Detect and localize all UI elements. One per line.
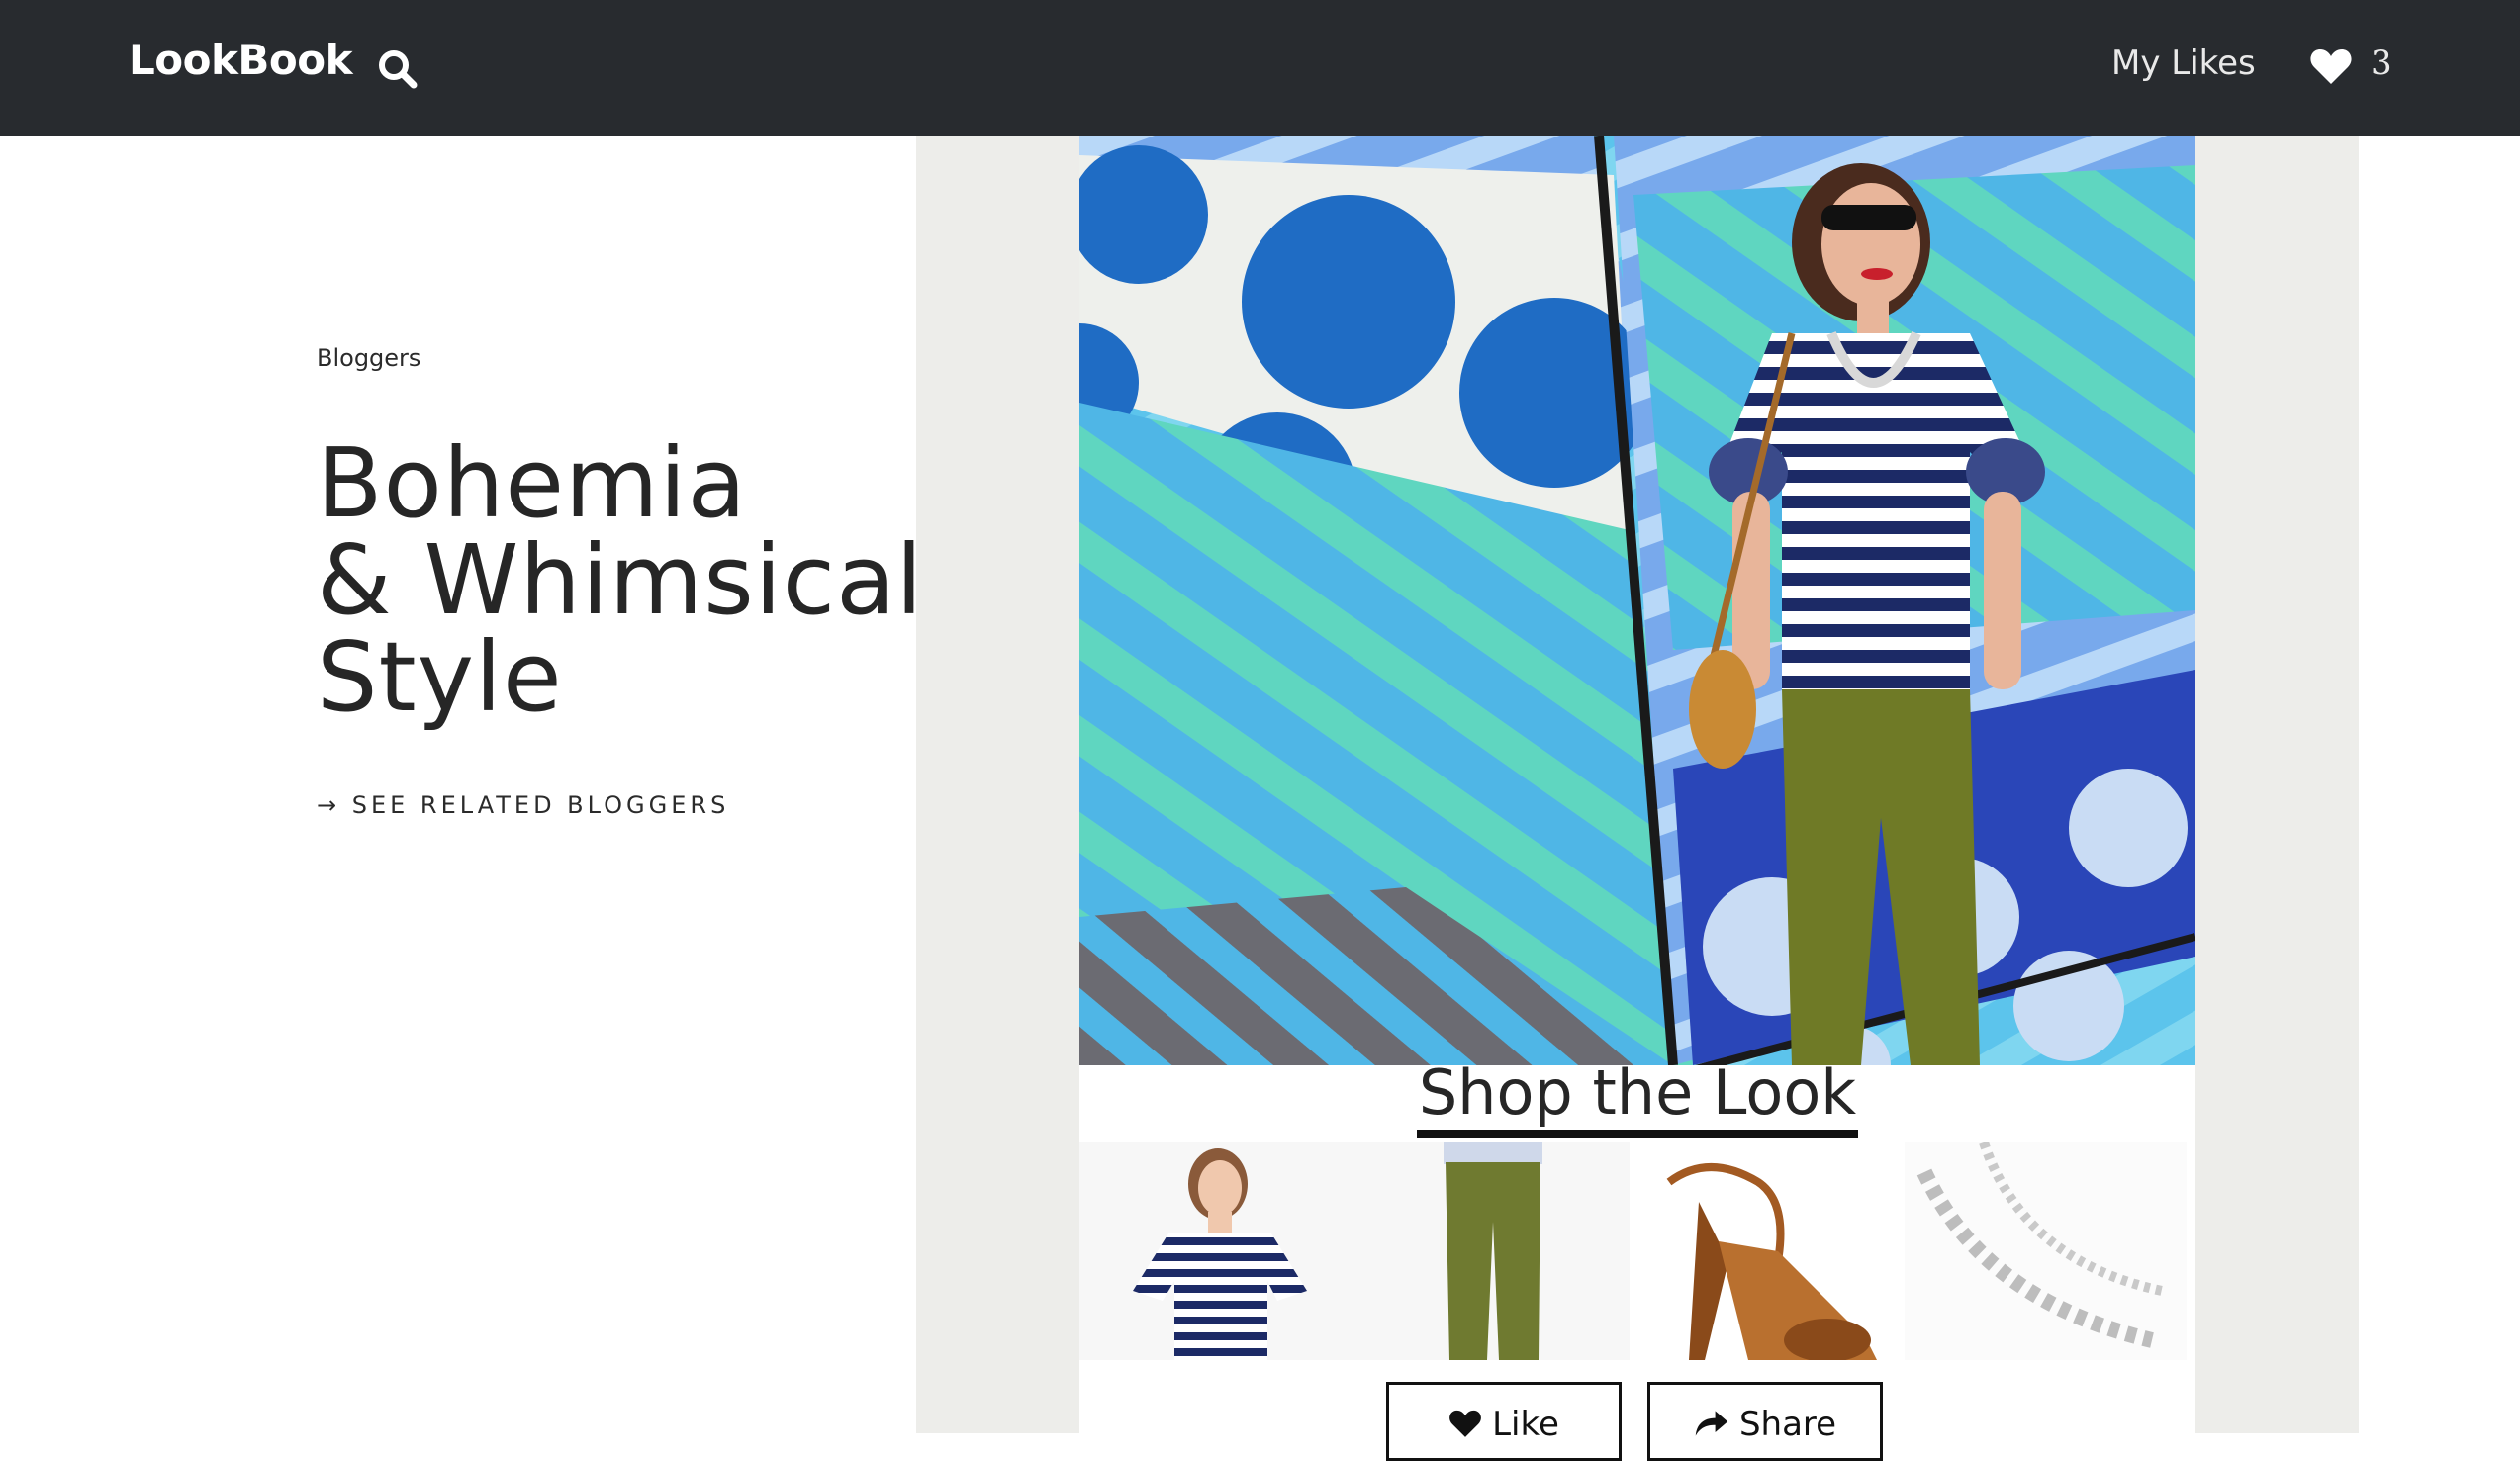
statement-necklace-photo-icon: [1905, 1142, 2187, 1360]
page-title: Bohemia & Whimsical Style: [317, 435, 930, 726]
product-thumb-necklace[interactable]: [1905, 1142, 2187, 1360]
search-icon[interactable]: [376, 47, 420, 91]
product-thumb-pants[interactable]: [1354, 1142, 1630, 1360]
tan-lace-up-sandal-photo-icon: [1630, 1142, 1905, 1360]
my-likes-link[interactable]: My Likes: [2111, 44, 2256, 83]
hero-photo: [1079, 136, 2195, 1065]
shop-the-look-heading: Shop the Look: [1079, 1056, 2195, 1138]
shop-the-look-title[interactable]: Shop the Look: [1416, 1056, 1859, 1138]
title-line: & Whimsical: [317, 524, 924, 636]
likes-count: 3: [2371, 44, 2392, 83]
olive-cargo-pants-photo-icon: [1354, 1142, 1630, 1360]
top-navbar: LookBook My Likes 3: [0, 0, 2520, 136]
title-line: Style: [317, 621, 563, 733]
title-line: Bohemia: [317, 427, 747, 539]
heart-icon: [2310, 49, 2352, 84]
share-button-label: Share: [1738, 1405, 1837, 1444]
share-arrow-icon: [1695, 1411, 1728, 1436]
see-related-bloggers-link[interactable]: → SEE RELATED BLOGGERS: [317, 791, 729, 819]
share-button[interactable]: Share: [1647, 1382, 1883, 1461]
brand-logo-link[interactable]: LookBook: [129, 36, 353, 84]
category-label: Bloggers: [317, 344, 421, 372]
product-thumb-top[interactable]: [1079, 1142, 1354, 1360]
product-thumb-sandal[interactable]: [1630, 1142, 1905, 1360]
heart-icon: [1449, 1410, 1481, 1437]
like-button[interactable]: Like: [1386, 1382, 1622, 1461]
like-button-label: Like: [1492, 1405, 1559, 1444]
striped-ruffle-top-photo-icon: [1079, 1142, 1354, 1360]
